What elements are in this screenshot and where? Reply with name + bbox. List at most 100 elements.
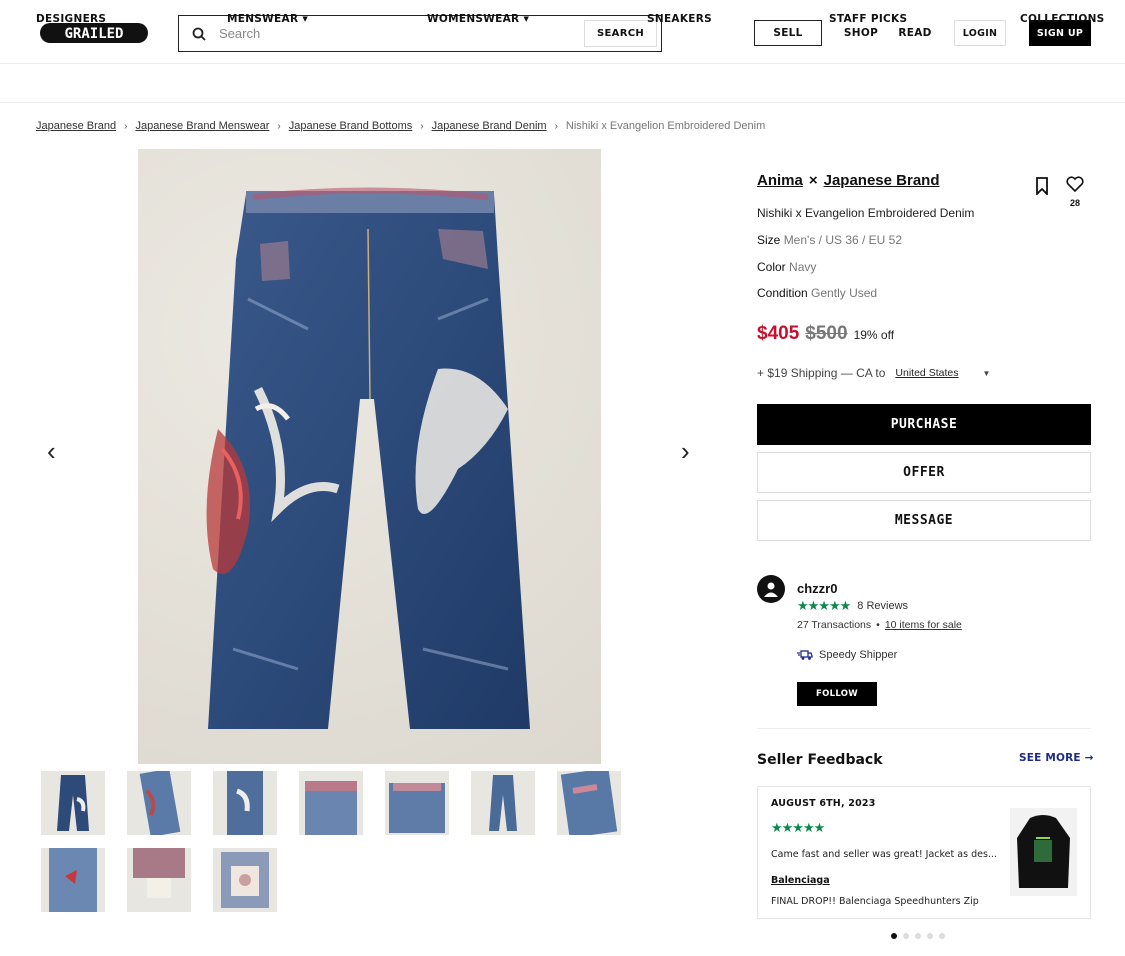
product-title: Nishiki x Evangelion Embroidered Denim (757, 206, 975, 220)
nav-designers[interactable]: DESIGNERS (36, 13, 106, 25)
items-for-sale-link[interactable]: 10 items for sale (885, 619, 962, 631)
pagination-dot[interactable] (903, 933, 909, 939)
seller-stats: 27 Transactions • 10 items for sale (797, 619, 962, 631)
chevron-right-icon: › (124, 120, 128, 132)
nav-sneakers[interactable]: SNEAKERS (647, 13, 712, 25)
shipping-row: + $19 Shipping — CA to United States ▼ (757, 366, 990, 380)
current-price: $405 (757, 323, 800, 344)
designer-link[interactable]: Anima (757, 172, 803, 189)
thumbnail-6[interactable] (471, 771, 535, 835)
search-icon (179, 27, 219, 41)
seller-rating: ★★★★★ 8 Reviews (797, 598, 908, 614)
nav-menswear[interactable]: MENSWEAR ▼ (227, 13, 308, 25)
thumb-leg-detail (139, 771, 181, 835)
color-label: Color (757, 260, 786, 274)
original-price: $500 (805, 323, 848, 344)
thumb-red-detail (49, 848, 97, 912)
see-more-link[interactable]: SEE MORE → (1019, 752, 1094, 764)
review-count[interactable]: 8 Reviews (857, 600, 908, 612)
carousel-pagination (891, 933, 945, 939)
thumbnail-3[interactable] (213, 771, 277, 835)
condition-label: Condition (757, 286, 808, 300)
product-main-image[interactable] (138, 149, 601, 764)
login-button[interactable]: LOGIN (954, 20, 1006, 46)
thumbnail-10[interactable] (213, 848, 277, 912)
previous-image-arrow[interactable]: ‹ (47, 438, 56, 464)
logo-text: GRAILED (64, 26, 123, 42)
designer-link[interactable]: Japanese Brand (824, 172, 940, 189)
breadcrumb-current: Nishiki x Evangelion Embroidered Denim (565, 120, 766, 132)
size-value: Men's / US 36 / EU 52 (783, 233, 903, 247)
pagination-dot[interactable] (939, 933, 945, 939)
follow-button[interactable]: FOLLOW (797, 682, 877, 706)
feedback-date: AUGUST 6TH, 2023 (771, 798, 876, 809)
nav-womenswear-label: WOMENSWEAR (427, 13, 520, 25)
color-value: Navy (789, 260, 817, 274)
thumb-pocket (389, 783, 445, 833)
heart-icon[interactable] (1065, 176, 1085, 197)
breadcrumb-link[interactable]: Japanese Brand Menswear (135, 120, 269, 132)
nav-menswear-label: MENSWEAR (227, 13, 299, 25)
thumbnail-7[interactable] (557, 771, 621, 835)
caret-down-icon[interactable]: ▼ (982, 369, 990, 378)
bullet-separator: • (876, 619, 880, 631)
jeans-photo (206, 187, 530, 729)
purchase-button[interactable]: PURCHASE (757, 404, 1091, 445)
grailed-logo[interactable]: GRAILED (40, 22, 148, 44)
pagination-dot[interactable] (915, 933, 921, 939)
sell-button[interactable]: SELL (754, 20, 822, 46)
chevron-right-icon: › (554, 120, 558, 132)
speedy-shipper-badge: Speedy Shipper (797, 649, 897, 661)
rating-stars: ★★★★★ (797, 598, 851, 613)
feedback-brand-link[interactable]: Balenciaga (771, 875, 830, 886)
breadcrumb-link[interactable]: Japanese Brand Denim (432, 120, 547, 132)
caret-down-icon: ▼ (523, 15, 530, 23)
thumb-waistband (305, 781, 357, 835)
hoodie-photo (1017, 815, 1070, 888)
size-row: Size Men's / US 36 / EU 52 (757, 233, 902, 247)
message-button[interactable]: MESSAGE (757, 500, 1091, 541)
user-icon (764, 582, 778, 597)
nav-staff-picks[interactable]: STAFF PICKS (829, 13, 907, 25)
feedback-stars: ★★★★★ (771, 820, 825, 835)
condition-value: Gently Used (811, 286, 878, 300)
discount-label: 19% off (853, 328, 895, 342)
nav-collections[interactable]: COLLECTIONS (1020, 13, 1105, 25)
country-select[interactable]: United States (895, 367, 958, 379)
nav-collections-label: COLLECTIONS (1020, 13, 1105, 25)
offer-button[interactable]: OFFER (757, 452, 1091, 493)
designer-separator: × (808, 172, 818, 189)
seller-feedback-heading: Seller Feedback (757, 752, 883, 768)
thumbnail-9[interactable] (127, 848, 191, 912)
thumb-jeans-back (489, 775, 517, 831)
nav-staff-picks-label: STAFF PICKS (829, 13, 908, 25)
thumbnail-8[interactable] (41, 848, 105, 912)
feedback-item-title: FINAL DROP!! Balenciaga Speedhunters Zip (771, 896, 979, 907)
thumbnail-1[interactable] (41, 771, 105, 835)
breadcrumb: Japanese Brand › Japanese Brand Menswear… (36, 120, 765, 132)
thumbnail-2[interactable] (127, 771, 191, 835)
breadcrumb-link[interactable]: Japanese Brand Bottoms (289, 120, 413, 132)
thumb-label (221, 852, 269, 908)
search-input[interactable] (219, 26, 585, 41)
thumbnail-4[interactable] (299, 771, 363, 835)
favorite-count: 28 (1069, 198, 1080, 208)
thumbnail-5[interactable] (385, 771, 449, 835)
seller-avatar[interactable] (757, 575, 785, 603)
chevron-right-icon: › (420, 120, 424, 132)
feedback-item-image[interactable] (1010, 808, 1077, 896)
transaction-count: 27 Transactions (797, 619, 872, 631)
caret-down-icon: ▼ (302, 15, 309, 23)
truck-icon (797, 650, 813, 660)
breadcrumb-link[interactable]: Japanese Brand (36, 120, 116, 132)
pagination-dot[interactable] (927, 933, 933, 939)
bookmark-icon[interactable] (1035, 177, 1049, 200)
thumb-back-pocket (560, 771, 618, 835)
pagination-dot[interactable] (891, 933, 897, 939)
seller-username[interactable]: chzzr0 (797, 581, 837, 596)
thumb-jeans-front (57, 775, 89, 831)
next-image-arrow[interactable]: › (681, 438, 690, 464)
chevron-right-icon: › (277, 120, 281, 132)
nav-womenswear[interactable]: WOMENSWEAR ▼ (427, 13, 529, 25)
thumb-embroidery (227, 771, 263, 835)
